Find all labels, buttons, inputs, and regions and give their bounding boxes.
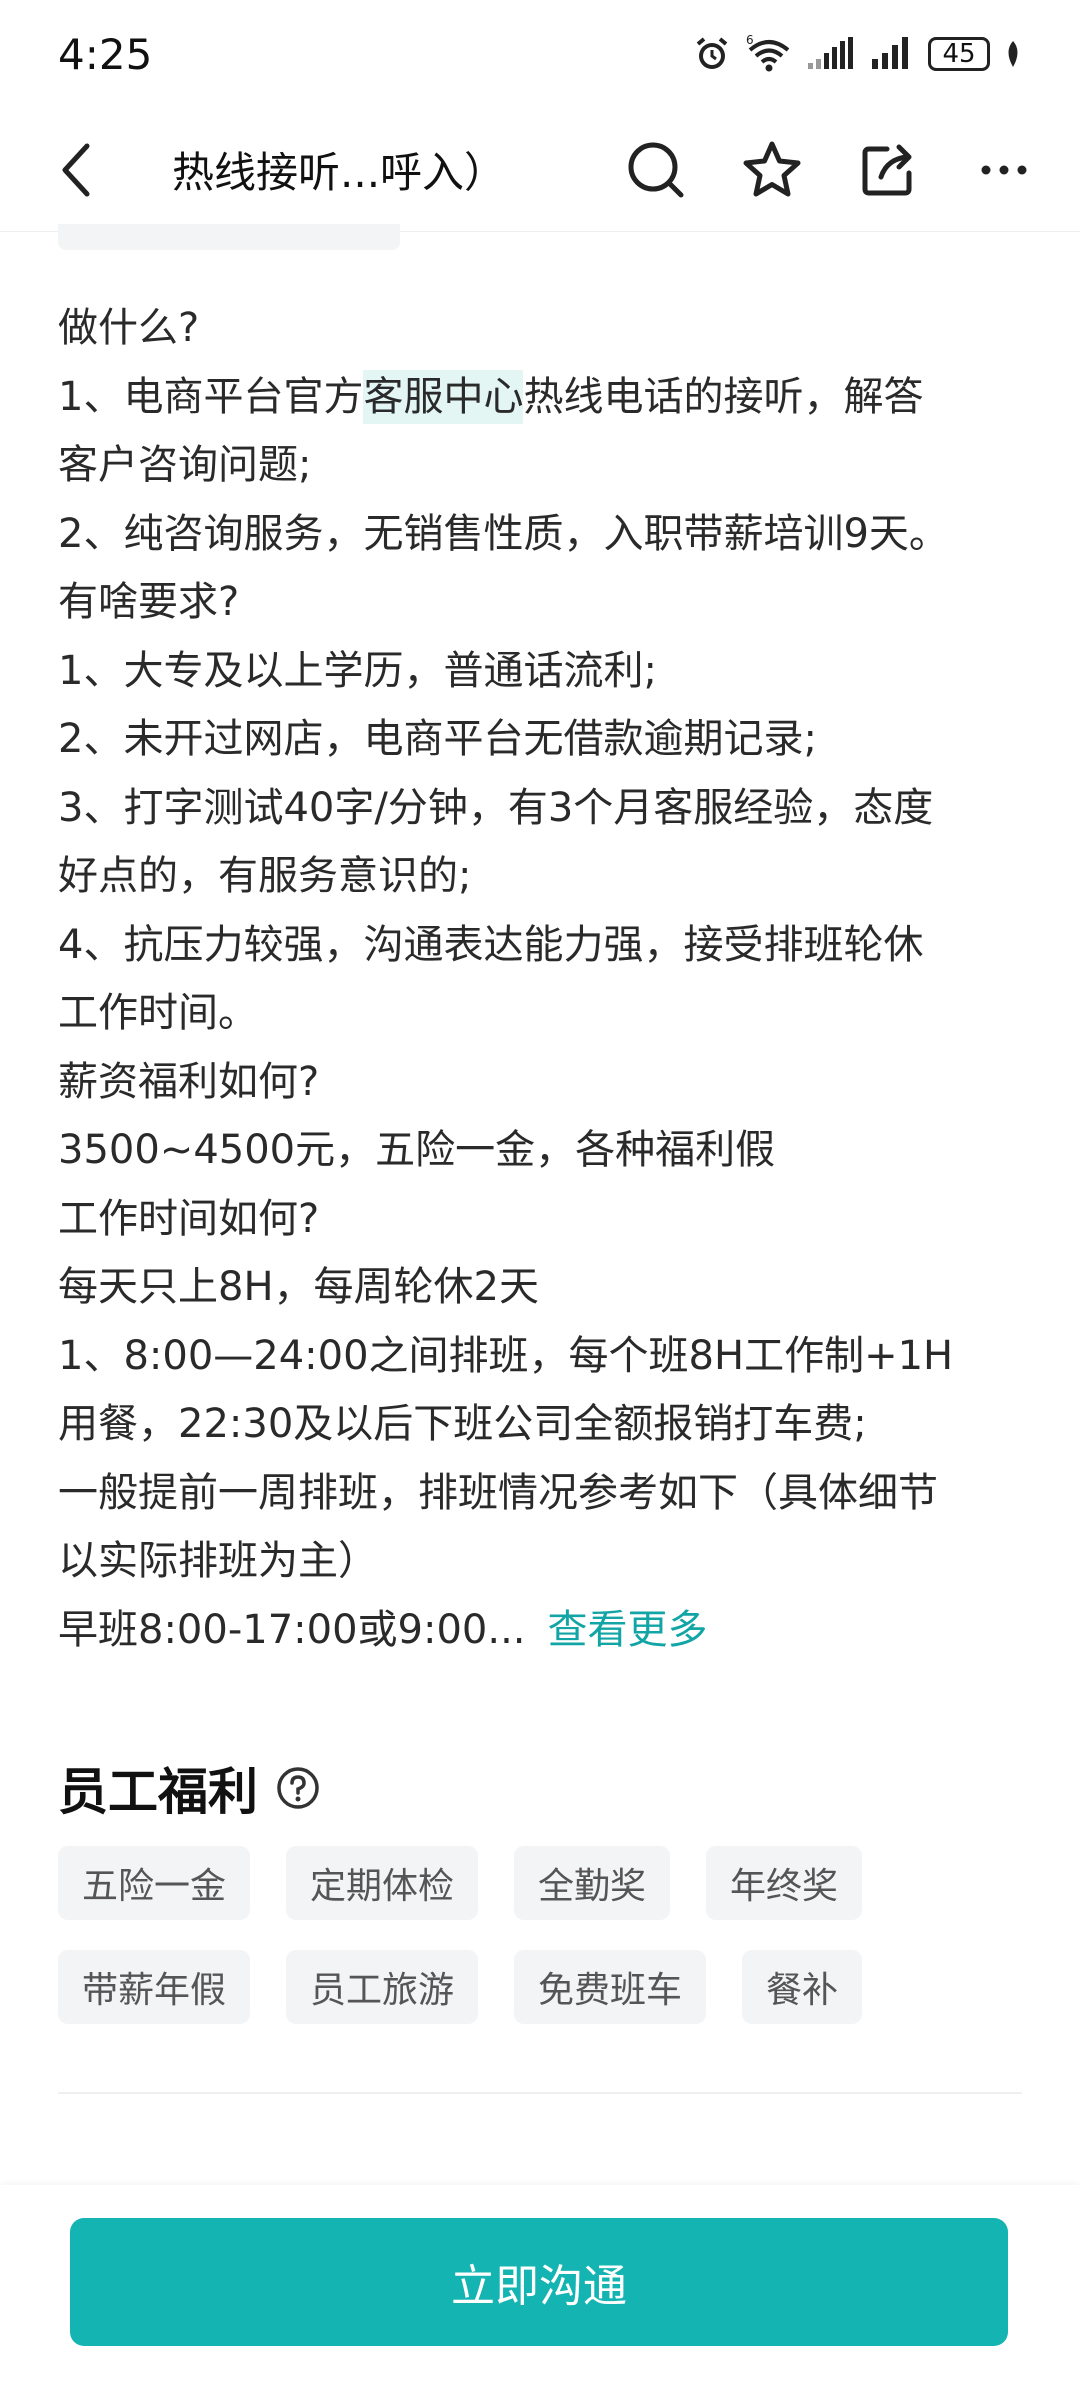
desc-line: 以实际排班为主） [58,1538,378,1584]
desc-line: 2、未开过网店，电商平台无借款逾期记录; [58,716,817,762]
benefit-tag: 餐补 [742,1950,863,2024]
benefit-tags: 五险一金 定期体检 全勤奖 年终奖 带薪年假 员工旅游 免费班车 餐补 [58,1846,1022,2054]
wifi-icon: 6 [746,34,792,74]
desc-line: 1、电商平台官方客服中心热线电话的接听，解答 [58,363,1022,432]
benefit-tag-row: 带薪年假 员工旅游 免费班车 餐补 [58,1950,1022,2024]
desc-line: 一般提前一周排班，排班情况参考如下（具体细节 [58,1469,938,1516]
back-button[interactable] [40,135,110,205]
question-icon [277,1767,319,1809]
search-icon [628,142,684,197]
highlighted-keyword[interactable]: 客服中心 [363,369,524,424]
desc-line: 每天只上8H，每周轮休2天 [58,1264,539,1310]
status-bar: 4:25 6 45 [0,0,1080,108]
desc-line: 3500~4500元，五险一金，各种福利假 [58,1127,776,1173]
benefit-tag: 免费班车 [514,1950,707,2024]
alarm-icon [692,34,732,74]
benefits-title-text: 员工福利 [58,1763,258,1821]
desc-line: 工作时间。 [58,990,258,1036]
desc-line: 3、打字测试40字/分钟，有3个月客服经验，态度 [58,784,934,831]
share-button[interactable] [852,134,924,206]
job-description: 做什么? 1、电商平台官方客服中心热线电话的接听，解答 客户咨询问题; 2、纯咨… [58,294,1022,1664]
desc-line: 1、大专及以上学历，普通话流利; [58,647,657,694]
nav-bar: 热线接听...呼入） [0,108,1080,232]
desc-line: 用餐，22:30及以后下班公司全额报销打车费; [58,1401,867,1447]
star-icon [743,141,801,196]
bottom-action-bar: 立即沟通 [0,2185,1080,2387]
desc-truncated-line: 早班8:00-17:00或9:00... 查看更多 [58,1596,1022,1665]
benefit-tag: 定期体检 [286,1846,479,1920]
desc-line: 客户咨询问题; [58,442,312,488]
desc-line-post: 热线电话的接听，解答 [523,373,924,420]
section-divider [58,2092,1022,2094]
signal-sim1-icon [806,37,856,71]
wifi-sup: 6 [746,34,754,47]
share-icon [862,144,912,195]
page-title: 热线接听...呼入） [172,148,507,197]
benefit-tag: 带薪年假 [58,1950,251,2024]
status-icons: 6 45 [692,34,1022,74]
desc-truncated-text: 早班8:00-17:00或9:00... [58,1606,526,1653]
desc-line: 4、抗压力较强，沟通表达能力强，接受排班轮休 [58,921,924,968]
nav-actions [620,134,1040,206]
more-button[interactable] [968,134,1040,206]
job-detail-page: 4:25 6 45 热线接听...呼入） 做什么? 1、电商平台官方客服中心热线… [0,0,1080,2387]
chat-now-button[interactable]: 立即沟通 [70,2218,1008,2346]
scrolled-tag-chip [58,224,400,250]
see-more-link[interactable]: 查看更多 [548,1607,708,1653]
search-button[interactable] [620,134,692,206]
desc-line: 做什么? [58,305,200,351]
desc-line: 工作时间如何? [58,1195,320,1242]
benefit-tag-row: 五险一金 定期体检 全勤奖 年终奖 [58,1846,1022,1920]
more-icon [981,165,1027,174]
status-time: 4:25 [58,29,153,79]
desc-line-pre: 1、电商平台官方 [58,373,364,420]
leaf-icon [1004,39,1022,69]
benefit-tag: 五险一金 [58,1846,251,1920]
desc-line: 2、纯咨询服务，无销售性质，入职带薪培训9天。 [58,510,949,557]
benefit-tag: 年终奖 [706,1846,863,1920]
signal-sim2-icon [870,37,914,71]
favorite-button[interactable] [736,134,808,206]
desc-line: 好点的，有服务意识的; [58,853,472,899]
benefit-tag: 全勤奖 [514,1846,671,1920]
help-button[interactable] [276,1766,320,1810]
desc-line: 薪资福利如何? [58,1058,320,1105]
benefits-section-title: 员工福利 [58,1752,320,1824]
desc-line: 1、8:00—24:00之间排班，每个班8H工作制+1H [58,1332,954,1379]
back-icon [62,143,90,196]
benefit-tag: 员工旅游 [286,1950,479,2024]
battery-icon: 45 [928,37,990,71]
desc-line: 有啥要求? [58,579,240,625]
